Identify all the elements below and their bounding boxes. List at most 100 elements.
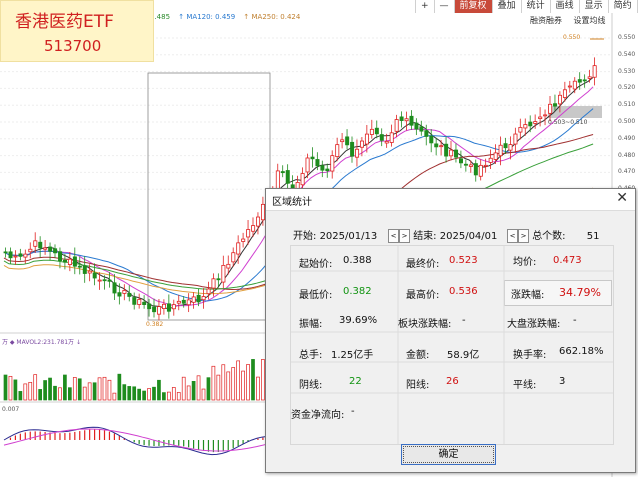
instrument-title-box: 香港医药ETF 513700 [0,0,154,62]
count-value: 51 [586,231,600,242]
candle-body [8,251,13,259]
candle-body [577,79,582,83]
volume-bar [137,388,141,401]
candle-body [434,143,439,148]
candle-body [498,144,503,157]
candle-body [107,279,112,282]
candle-body [355,148,360,158]
volume-bar [53,385,57,401]
volume-bar [18,391,23,401]
candle-body [424,130,429,137]
candle-body [478,164,483,177]
adjust-button[interactable]: 前复权 [453,0,492,13]
candle-body [43,247,48,250]
candle-body [53,248,58,254]
candle-body [429,135,434,144]
candle-body [112,282,117,294]
volume-bar [3,374,8,401]
price-axis-label: 0.510 [618,101,636,109]
candle-body [345,136,350,146]
candle-body [449,149,454,157]
stats-panel: 起始价: 0.388 最终价: 0.523 均价: 0.473 最低价: 0.3… [290,245,614,445]
ma-legend: 0.485 ↑ MA120: 0.459 ↑ MA250: 0.424 [150,13,306,21]
candle-body [117,292,122,297]
simple-button[interactable]: 简约 [607,0,637,13]
dialog-title: 区域统计 [272,197,312,208]
candle-body [528,121,533,127]
volume-bar [176,392,181,401]
candle-body [152,306,157,313]
candle-body [538,116,543,119]
candle-body [468,164,473,167]
display-button[interactable]: 显示 [578,0,608,13]
region-stats-dialog: 区域统计 ✕ 开始: 2025/01/13 < > 结束: 2025/04/01 … [265,188,636,473]
volume-bar [256,376,260,401]
candle-body [161,303,166,309]
candle-body [458,158,463,164]
zoom-out-button[interactable]: — [433,0,454,13]
candle-body [63,259,68,263]
candle-body [147,303,152,310]
start-next-button[interactable]: > [399,229,410,243]
end-next-button[interactable]: > [518,229,529,243]
volume-bar [122,384,127,401]
candle-body [562,89,567,98]
candle-body [13,255,18,258]
candle-body [18,253,23,257]
margin-trading-link[interactable]: 融资融券 [530,16,562,25]
candle-body [587,76,592,79]
volume-bar [72,377,77,401]
selection-box [147,72,271,321]
ma250-value: ↑ MA250: 0.424 [243,13,301,21]
candle-body [72,256,77,267]
overlay-button[interactable]: 叠加 [491,0,521,13]
candle-body [305,157,310,173]
price-axis-label: 0.540 [618,50,636,58]
volume-bar [127,386,132,401]
candle-body [379,134,384,141]
candle-body [256,216,261,227]
candle-body [315,159,320,167]
start-prev-button[interactable]: < [388,229,399,243]
end-label: 结束: [413,231,437,242]
candle-body [394,119,399,132]
ok-button[interactable]: 确定 [401,444,496,465]
volume-bar [236,360,240,401]
candle-body [221,264,226,283]
zoom-in-button[interactable]: + [415,0,434,13]
dialog-titlebar[interactable]: 区域统计 ✕ [266,189,635,211]
candle-body [503,143,508,149]
stats-button[interactable]: 统计 [520,0,550,13]
volume-bar [221,364,226,401]
candle-body [102,279,107,282]
candle-body [404,118,409,122]
start-label: 开始: [293,231,317,242]
candle-body [122,290,127,294]
candle-body [335,144,340,158]
price-axis-label: 0.500 [618,118,636,125]
start-date: 2025/01/13 [319,231,378,242]
volume-bar [196,375,201,401]
candle-body [409,115,414,126]
volume-bar [132,386,137,401]
candle-body [543,114,548,117]
candle-body [567,85,572,88]
volume-bar [33,374,38,401]
candle-body [454,149,459,158]
candle-body [171,304,176,310]
volume-bar [246,364,250,401]
candle-body [181,299,186,304]
close-icon[interactable]: ✕ [616,190,628,206]
end-prev-button[interactable]: < [507,229,518,243]
draw-line-button[interactable]: 画线 [549,0,579,13]
candle-body [142,301,147,305]
candle-body [419,126,424,132]
candle-body [211,278,216,289]
indicator-legend: 0.007 [2,406,20,413]
volume-bar [171,387,176,401]
candle-body [548,103,553,114]
ma-settings-link[interactable]: 设置均线 [574,16,606,25]
candle-body [28,248,33,253]
volume-bar [241,370,245,401]
candle-body [300,173,305,186]
